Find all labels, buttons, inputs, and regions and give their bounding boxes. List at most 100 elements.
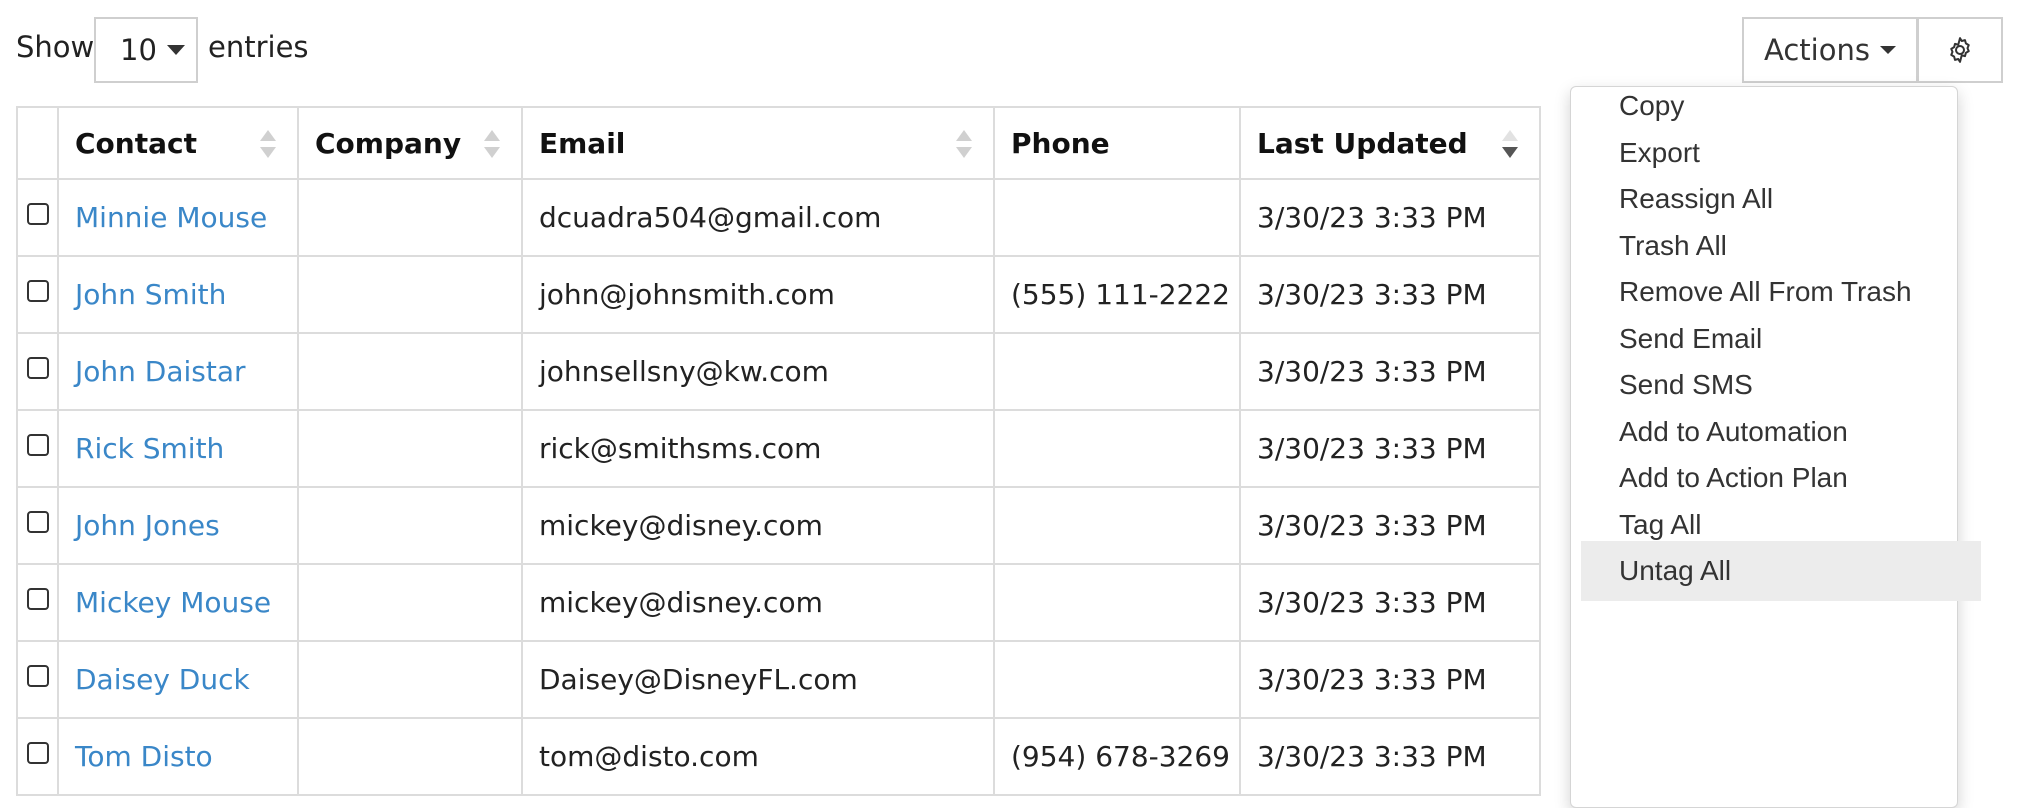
- updated-value: 3/30/23 3:33 PM: [1257, 432, 1487, 465]
- show-label: Show: [16, 30, 95, 64]
- cell-contact: Minnie Mouse: [57, 178, 299, 257]
- column-header-label: Contact: [75, 126, 197, 160]
- entries-length-value: 10: [120, 33, 157, 67]
- sort-icon: [260, 130, 276, 158]
- select-cell: [16, 332, 59, 411]
- cell-updated: 3/30/23 3:33 PM: [1239, 409, 1541, 488]
- row-checkbox[interactable]: [26, 280, 49, 302]
- cell-phone: [993, 409, 1241, 488]
- cell-email: Daisey@DisneyFL.com: [521, 640, 995, 719]
- table-body: Minnie Mouse dcuadra504@gmail.com 3/30/23 …: [16, 178, 1541, 796]
- cell-company: [297, 332, 523, 411]
- cell-phone: [993, 332, 1241, 411]
- column-header-label: Last Updated: [1257, 126, 1468, 160]
- updated-value: 3/30/23 3:33 PM: [1257, 509, 1487, 542]
- cell-phone: (954) 678-3269: [993, 717, 1241, 796]
- updated-value: 3/30/23 3:33 PM: [1257, 663, 1487, 696]
- select-cell: [16, 563, 59, 642]
- contact-link[interactable]: Mickey Mouse: [75, 586, 271, 619]
- actions-button[interactable]: Actions: [1742, 17, 1918, 83]
- cell-phone: (555) 111-2222: [993, 255, 1241, 334]
- cell-company: [297, 409, 523, 488]
- row-checkbox[interactable]: [26, 665, 49, 687]
- column-header-company[interactable]: Company: [297, 106, 523, 180]
- table-row: John Daistar johnsellsny@kw.com 3/30/23 3:…: [16, 332, 1541, 411]
- cell-contact: Tom Disto: [57, 717, 299, 796]
- contact-link[interactable]: John Smith: [75, 278, 226, 311]
- entries-length-select[interactable]: 10: [94, 17, 198, 83]
- table-row: Rick Smith rick@smithsms.com 3/30/23 3:33 …: [16, 409, 1541, 488]
- actions-button-label: Actions: [1764, 33, 1870, 67]
- email-value: mickey@disney.com: [539, 509, 823, 542]
- select-cell: [16, 486, 59, 565]
- cell-email: johnsellsny@kw.com: [521, 332, 995, 411]
- cell-email: dcuadra504@gmail.com: [521, 178, 995, 257]
- cell-contact: John Smith: [57, 255, 299, 334]
- cell-email: mickey@disney.com: [521, 486, 995, 565]
- row-checkbox[interactable]: [26, 203, 49, 225]
- cell-updated: 3/30/23 3:33 PM: [1239, 640, 1541, 719]
- column-header-phone: Phone: [993, 106, 1241, 180]
- column-header-last-updated[interactable]: Last Updated: [1239, 106, 1541, 180]
- column-header-email[interactable]: Email: [521, 106, 995, 180]
- contact-link[interactable]: Minnie Mouse: [75, 201, 267, 234]
- cell-company: [297, 178, 523, 257]
- column-header-label: Email: [539, 126, 626, 160]
- menu-item-untag-all[interactable]: Untag All: [1581, 541, 1981, 601]
- row-checkbox[interactable]: [26, 511, 49, 533]
- cell-contact: Rick Smith: [57, 409, 299, 488]
- settings-button[interactable]: [1917, 17, 2003, 83]
- select-cell: [16, 255, 59, 334]
- row-checkbox[interactable]: [26, 357, 49, 379]
- table-header-row: Contact Company Email Phone Last Updated: [16, 106, 1541, 180]
- cell-phone: [993, 563, 1241, 642]
- contact-link[interactable]: Rick Smith: [75, 432, 224, 465]
- table-row: Minnie Mouse dcuadra504@gmail.com 3/30/23 …: [16, 178, 1541, 257]
- cell-contact: Daisey Duck: [57, 640, 299, 719]
- updated-value: 3/30/23 3:33 PM: [1257, 355, 1487, 388]
- cell-contact: Mickey Mouse: [57, 563, 299, 642]
- row-checkbox[interactable]: [26, 742, 49, 764]
- column-header-contact[interactable]: Contact: [57, 106, 299, 180]
- cell-company: [297, 640, 523, 719]
- caret-down-icon: [1879, 46, 1896, 54]
- contacts-table: Contact Company Email Phone Last Updated Min…: [16, 106, 1541, 796]
- contact-link[interactable]: Tom Disto: [75, 740, 213, 773]
- row-checkbox[interactable]: [26, 588, 49, 610]
- cell-company: [297, 563, 523, 642]
- cell-phone: [993, 178, 1241, 257]
- email-value: rick@smithsms.com: [539, 432, 822, 465]
- cell-contact: John Daistar: [57, 332, 299, 411]
- updated-value: 3/30/23 3:33 PM: [1257, 586, 1487, 619]
- table-row: Tom Disto tom@disto.com (954) 678-3269 3/30…: [16, 717, 1541, 796]
- cell-contact: John Jones: [57, 486, 299, 565]
- contact-link[interactable]: John Jones: [75, 509, 220, 542]
- select-cell: [16, 409, 59, 488]
- email-value: johnsellsny@kw.com: [539, 355, 829, 388]
- select-column-header: [16, 106, 59, 180]
- email-value: dcuadra504@gmail.com: [539, 201, 882, 234]
- sort-descending-icon: [1502, 130, 1518, 158]
- table-row: Daisey Duck Daisey@DisneyFL.com 3/30/23 3:…: [16, 640, 1541, 719]
- cell-updated: 3/30/23 3:33 PM: [1239, 563, 1541, 642]
- select-cell: [16, 178, 59, 257]
- email-value: mickey@disney.com: [539, 586, 823, 619]
- email-value: Daisey@DisneyFL.com: [539, 663, 858, 696]
- cell-updated: 3/30/23 3:33 PM: [1239, 717, 1541, 796]
- cell-updated: 3/30/23 3:33 PM: [1239, 255, 1541, 334]
- cell-company: [297, 486, 523, 565]
- actions-dropdown-menu: Copy Export Reassign All Trash All Remove Al…: [1570, 86, 1981, 808]
- row-checkbox[interactable]: [26, 434, 49, 456]
- phone-value: (555) 111-2222: [1011, 278, 1230, 311]
- sort-icon: [956, 130, 972, 158]
- contact-link[interactable]: John Daistar: [75, 355, 246, 388]
- cell-phone: [993, 640, 1241, 719]
- table-row: John Jones mickey@disney.com 3/30/23 3:33 …: [16, 486, 1541, 565]
- updated-value: 3/30/23 3:33 PM: [1257, 278, 1487, 311]
- table-row: Mickey Mouse mickey@disney.com 3/30/23 3:3…: [16, 563, 1541, 642]
- contact-link[interactable]: Daisey Duck: [75, 663, 250, 696]
- cell-email: john@johnsmith.com: [521, 255, 995, 334]
- chevron-down-icon: [166, 45, 185, 55]
- cell-email: mickey@disney.com: [521, 563, 995, 642]
- updated-value: 3/30/23 3:33 PM: [1257, 201, 1487, 234]
